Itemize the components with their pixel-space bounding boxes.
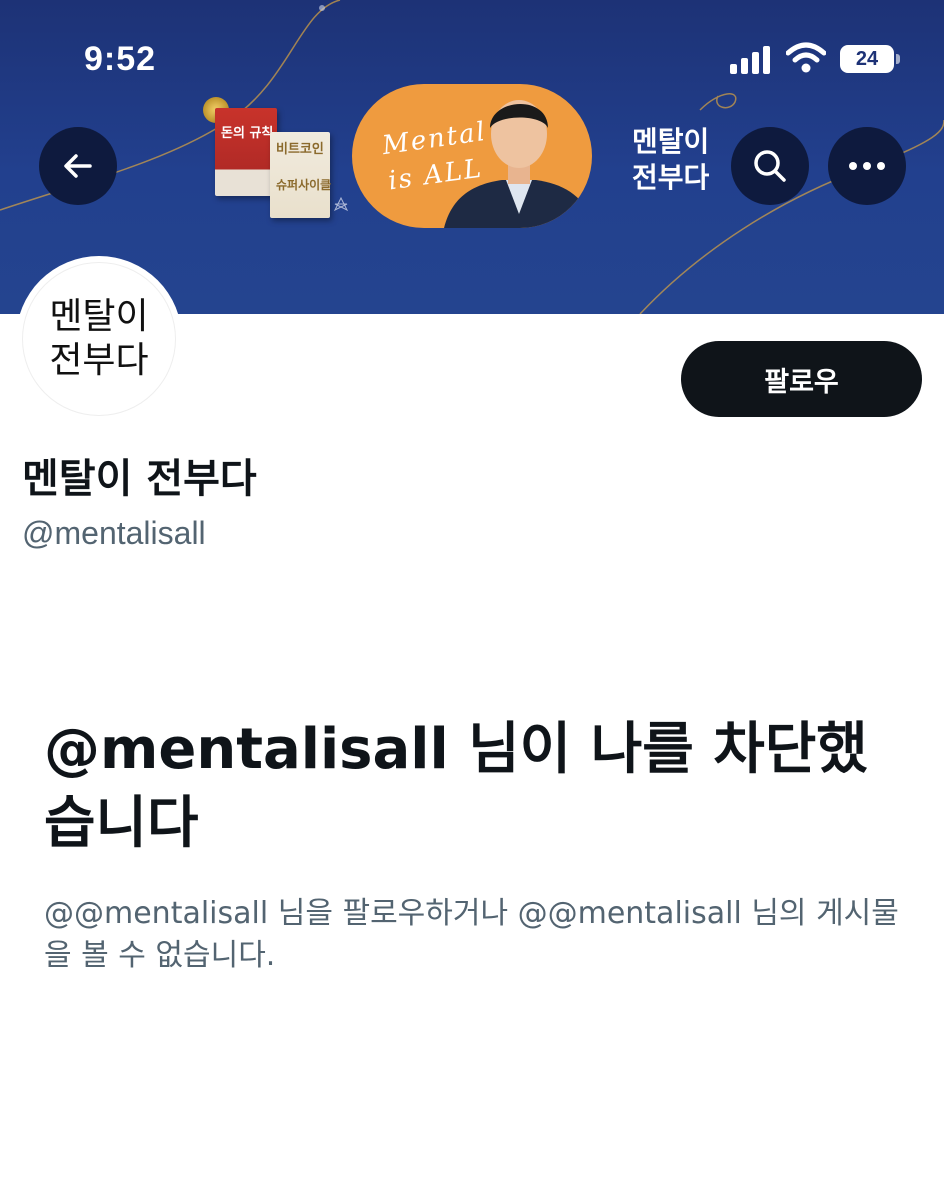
more-horizontal-icon	[849, 162, 885, 170]
status-time: 9:52	[84, 40, 157, 78]
arrow-left-icon	[64, 154, 92, 178]
cellular-signal-icon	[730, 46, 770, 74]
battery-icon: 24	[840, 45, 894, 73]
book2-title: 비트코인	[276, 142, 324, 157]
avatar-image: 멘탈이 전부다	[22, 262, 176, 416]
search-button[interactable]	[731, 127, 809, 205]
user-handle: @mentalisall	[22, 515, 206, 551]
banner-brand-line1: 멘탈이	[632, 125, 710, 158]
book1-title: 돈의 규칙	[221, 126, 274, 141]
book-cover-1: 돈의 규칙	[215, 108, 277, 196]
book-cover-2: 비트코인 슈퍼사이클	[270, 132, 332, 218]
profile-avatar[interactable]: 멘탈이 전부다	[16, 256, 182, 422]
blocked-notice-description: @@mentalisall 님을 팔로우하거나 @@mentalisall 님의…	[44, 896, 899, 973]
more-options-button[interactable]	[828, 127, 906, 205]
battery-tip	[896, 54, 900, 64]
back-button[interactable]	[39, 127, 117, 205]
person-photo	[444, 100, 592, 228]
profile-page: 9:52 24 돈의 규칙 비트코인 슈퍼사이클 Mental is ALL 멘…	[0, 0, 944, 1200]
book2-subtitle: 슈퍼사이클	[276, 178, 332, 192]
banner-brand-line2: 전부다	[632, 161, 710, 194]
display-name: 멘탈이 전부다	[22, 456, 257, 502]
search-icon	[754, 150, 786, 182]
banner-brand-text: 멘탈이 전부다	[632, 124, 724, 196]
promo-pill: Mental is ALL	[352, 84, 592, 228]
wifi-icon	[786, 42, 826, 73]
follow-button[interactable]: 팔로우	[681, 341, 922, 417]
avatar-text-line2: 전부다	[49, 340, 149, 381]
blocked-notice-title: @mentalisall 님이 나를 차단했습니다	[44, 717, 868, 856]
avatar-text-line1: 멘탈이	[49, 296, 149, 337]
